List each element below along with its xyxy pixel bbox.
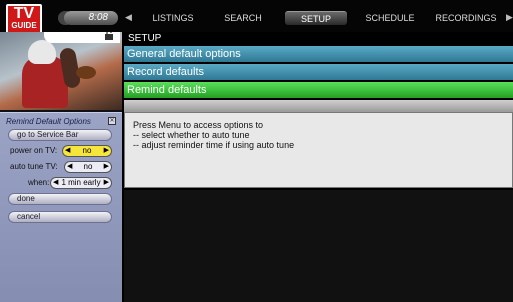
tab-schedule[interactable]: SCHEDULE <box>362 11 418 25</box>
power-on-tv-label: power on TV: <box>10 146 58 155</box>
tab-setup[interactable]: SETUP <box>285 11 347 25</box>
football <box>76 66 96 79</box>
chevron-right-icon: ▶ <box>103 147 109 154</box>
lock-icon <box>104 32 114 43</box>
tab-listings[interactable]: LISTINGS <box>146 11 200 25</box>
menu-item-record-defaults[interactable]: Record defaults <box>124 64 513 80</box>
logo-line1: TV <box>13 5 35 22</box>
auto-tune-tv-value: no <box>83 162 93 171</box>
video-lock-tab <box>44 32 120 43</box>
logo-line2: GUIDE <box>11 21 37 30</box>
setup-content: SETUP General default options Record def… <box>124 32 513 302</box>
nav-left-arrow-icon[interactable]: ◀ <box>125 12 132 23</box>
chevron-left-icon: ◀ <box>67 163 73 170</box>
tv-guide-logo: TV GUIDE <box>6 4 42 34</box>
help-text-box: Press Menu to access options to -- selec… <box>124 112 513 188</box>
chevron-right-icon: ▶ <box>103 163 109 170</box>
empty-area <box>124 190 513 302</box>
close-icon[interactable]: ✕ <box>108 117 116 125</box>
auto-tune-tv-selector[interactable]: ◀ no ▶ <box>64 161 112 173</box>
done-button[interactable]: done <box>8 193 112 205</box>
when-value: 1 min early <box>61 178 101 187</box>
live-video-preview[interactable] <box>0 32 122 110</box>
chevron-right-icon: ▶ <box>103 179 109 186</box>
when-selector[interactable]: ◀ 1 min early ▶ <box>50 177 112 189</box>
chevron-left-icon: ◀ <box>65 147 71 154</box>
divider-strip <box>124 100 513 112</box>
help-line-2: -- select whether to auto tune <box>133 130 250 140</box>
power-on-tv-selector[interactable]: ◀ no ▶ <box>62 145 112 157</box>
tab-recordings[interactable]: RECORDINGS <box>430 11 502 25</box>
nav-right-arrow-icon[interactable]: ▶ <box>506 12 513 23</box>
clock: 8:08 <box>64 11 118 25</box>
left-column: Remind Default Options ✕ go to Service B… <box>0 32 122 302</box>
player-helmet <box>28 40 56 64</box>
power-on-tv-value: no <box>82 146 92 155</box>
page-title: SETUP <box>124 32 513 46</box>
top-bar: TV GUIDE 8:08 ◀ LISTINGS SEARCH SETUP SC… <box>0 0 513 34</box>
menu-item-general-default-options[interactable]: General default options <box>124 46 513 62</box>
when-label: when: <box>28 178 50 187</box>
chevron-left-icon: ◀ <box>53 179 59 186</box>
help-line-1: Press Menu to access options to <box>133 120 264 130</box>
menu-item-remind-defaults[interactable]: Remind defaults <box>124 82 513 98</box>
help-line-3: -- adjust reminder time if using auto tu… <box>133 140 295 150</box>
remind-default-options-panel: Remind Default Options ✕ go to Service B… <box>0 112 122 302</box>
go-to-service-bar-button[interactable]: go to Service Bar <box>8 129 112 141</box>
tab-search[interactable]: SEARCH <box>216 11 270 25</box>
auto-tune-tv-label: auto tune TV: <box>10 162 58 171</box>
panel-title: Remind Default Options <box>6 117 91 126</box>
cancel-button[interactable]: cancel <box>8 211 112 223</box>
